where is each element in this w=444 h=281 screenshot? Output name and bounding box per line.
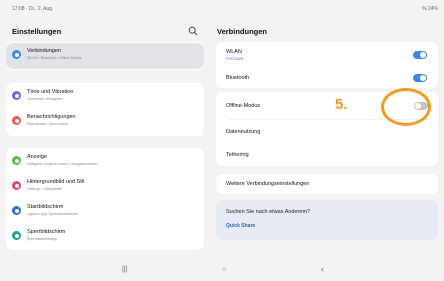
tethering-row[interactable]: Tethering [216, 143, 438, 165]
settings-title: Einstellungen [12, 27, 62, 36]
settings-header: Einstellungen [12, 24, 200, 40]
sound-icon [12, 91, 21, 100]
search-icon[interactable] [188, 26, 198, 36]
more-settings-label: Weitere Verbindungseinstellungen [226, 181, 310, 187]
wlan-toggle[interactable] [413, 51, 427, 59]
sidebar-item-subtitle: Statusleiste • Nicht stören [27, 121, 69, 126]
sidebar-item-benachrichtigungen[interactable]: Benachrichtigungen Statusleiste • Nicht … [6, 109, 204, 135]
annotation-step-label: 5. [335, 96, 348, 113]
status-bar: 17:08 · Di., 2. Aug. % 24% [0, 0, 444, 18]
settings-group-sound: Töne und Vibration Tonmodus • Klingelton… [6, 83, 204, 136]
sidebar-item-subtitle: Helligkeit • Augenkomfort • Navigationsl… [27, 161, 98, 166]
sidebar-item-hintergrundbild[interactable]: Hintergrundbild und Stil Hintergr. • Far… [6, 174, 204, 200]
sidebar-item-toene[interactable]: Töne und Vibration Tonmodus • Klingelton [6, 84, 204, 110]
annotation-circle [381, 88, 431, 126]
bluetooth-label: Bluetooth [226, 75, 250, 81]
wallpaper-icon [12, 181, 21, 190]
home-button-icon[interactable]: ○ [222, 266, 226, 273]
lock-icon [12, 231, 21, 240]
sidebar-item-title: Hintergrundbild und Stil [27, 179, 85, 185]
sidebar-item-subtitle: Sperrbildschirmtyp [27, 236, 57, 241]
wlan-label: WLAN [226, 49, 242, 55]
sidebar-item-title: Startbildschirm [27, 204, 64, 210]
wifi-icon [12, 50, 21, 59]
sidebar-item-title: Benachrichtigungen [27, 114, 76, 120]
sidebar-item-subtitle: Hintergr. • Farbpalette [27, 186, 63, 191]
sidebar-item-anzeige[interactable]: Anzeige Helligkeit • Augenkomfort • Navi… [6, 149, 204, 175]
sidebar-item-title: Töne und Vibration [27, 89, 74, 95]
wlan-row[interactable]: WLAN FRITZ!WB [216, 42, 438, 66]
sidebar-item-startbildschirm[interactable]: Startbildschirm Layout • App-Symbolindik… [6, 199, 204, 225]
recents-icon[interactable]: ||| [122, 266, 127, 273]
sidebar-item-title: Anzeige [27, 154, 47, 160]
sidebar-item-verbindungen[interactable]: Verbindungen WLAN • Bluetooth • Offline-… [6, 43, 204, 69]
sidebar-item-sperrbildschirm[interactable]: Sperrbildschirm Sperrbildschirmtyp [6, 224, 204, 250]
display-icon [12, 156, 21, 165]
settings-group-connections: Verbindungen WLAN • Bluetooth • Offline-… [6, 42, 204, 70]
suggestion-question: Suchen Sie nach etwas Anderem? [226, 209, 311, 215]
bluetooth-toggle[interactable] [413, 74, 427, 82]
sidebar-item-subtitle: Layout • App-Symbolindikatoren [27, 211, 79, 216]
sidebar-item-subtitle: WLAN • Bluetooth • Offline-Modus [27, 55, 82, 60]
page-title: Verbindungen [217, 27, 268, 36]
offline-mode-label: Offline-Modus [226, 103, 261, 109]
more-settings-card[interactable]: Weitere Verbindungseinstellungen [216, 174, 438, 194]
more-settings-row[interactable]: Weitere Verbindungseinstellungen [216, 174, 438, 194]
tethering-label: Tethering [226, 152, 249, 158]
navigation-bar: ||| ○ ‹ [0, 262, 444, 281]
settings-group-display: Anzeige Helligkeit • Augenkomfort • Navi… [6, 148, 204, 250]
back-icon[interactable]: ‹ [321, 264, 324, 274]
bluetooth-row[interactable]: Bluetooth [216, 66, 438, 88]
status-time: 17:08 · Di., 2. Aug. [12, 6, 54, 12]
wlan-network: FRITZ!WB [226, 57, 243, 61]
home-icon [12, 206, 21, 215]
quick-share-link[interactable]: Quick Share [226, 223, 255, 229]
connections-group-radio: WLAN FRITZ!WB Bluetooth [216, 42, 438, 88]
sidebar-item-title: Sperrbildschirm [27, 229, 66, 235]
sidebar-item-title: Verbindungen [27, 48, 61, 54]
status-battery: % 24% [422, 6, 438, 12]
datennutzung-label: Datennutzung [226, 129, 261, 135]
bell-icon [12, 116, 21, 125]
sidebar-item-subtitle: Tonmodus • Klingelton [27, 96, 63, 101]
suggestion-card: Suchen Sie nach etwas Anderem? Quick Sha… [216, 200, 438, 240]
